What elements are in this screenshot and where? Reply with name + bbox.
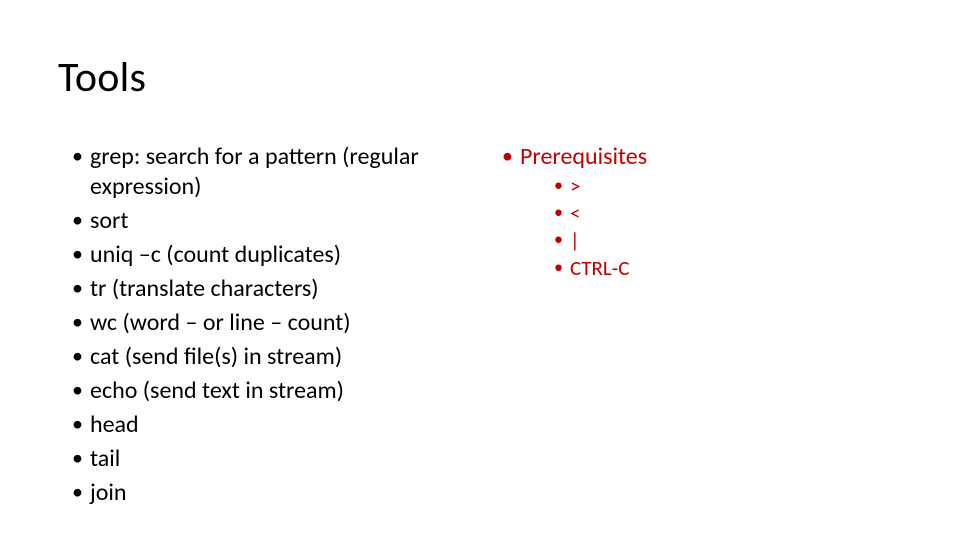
prereq-header: Prerequisites > < | CTRL-C	[502, 142, 902, 281]
right-column: Prerequisites > < | CTRL-C	[502, 142, 902, 285]
slide: Tools grep: search for a pattern (regula…	[0, 0, 960, 540]
list-item: |	[554, 228, 902, 253]
list-item: join	[72, 478, 472, 508]
slide-title: Tools	[58, 52, 146, 103]
list-item: cat (send file(s) in stream)	[72, 342, 472, 372]
left-column: grep: search for a pattern (regular expr…	[72, 142, 472, 512]
list-item: tail	[72, 444, 472, 474]
prereq-list: > < | CTRL-C	[554, 174, 902, 281]
list-item: sort	[72, 206, 472, 236]
list-item: grep: search for a pattern (regular expr…	[72, 142, 472, 202]
prereq-header-list: Prerequisites > < | CTRL-C	[502, 142, 902, 281]
list-item: uniq –c (count duplicates)	[72, 240, 472, 270]
prereq-header-text: Prerequisites	[520, 142, 647, 171]
list-item: echo (send text in stream)	[72, 376, 472, 406]
list-item: CTRL-C	[554, 256, 902, 281]
list-item: head	[72, 410, 472, 440]
tools-list: grep: search for a pattern (regular expr…	[72, 142, 472, 508]
list-item: >	[554, 174, 902, 199]
list-item: tr (translate characters)	[72, 274, 472, 304]
list-item: wc (word – or line – count)	[72, 308, 472, 338]
list-item: <	[554, 201, 902, 226]
